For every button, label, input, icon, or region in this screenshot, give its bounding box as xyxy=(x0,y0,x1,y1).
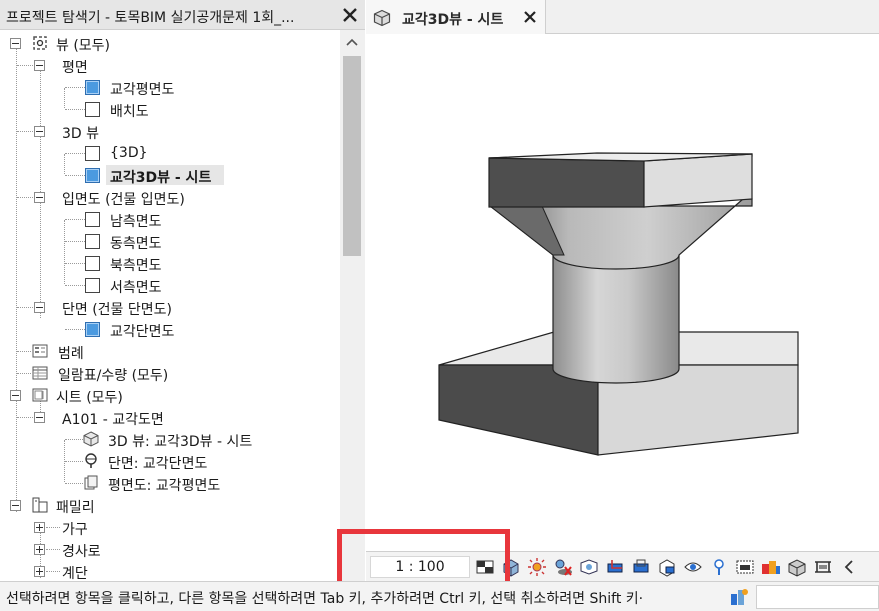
view-tab-strip: 교각3D뷰 - 시트 xyxy=(366,0,879,34)
tree-item-el-east[interactable]: 동측면도 xyxy=(0,230,340,252)
project-browser-panel: 프로젝트 탐색기 - 토목BIM 실기공개문제 1회_... 뷰 (모두) 평면… xyxy=(0,0,365,598)
sheet-icon xyxy=(32,388,48,402)
section-view-icon xyxy=(85,322,100,337)
tree-item-sheet-a101[interactable]: A101 - 교각도면 xyxy=(0,406,340,428)
sun-path-icon[interactable] xyxy=(526,556,548,578)
tab-3d-sheet[interactable]: 교각3D뷰 - 시트 xyxy=(366,0,546,34)
tree-item-families[interactable]: 패밀리 xyxy=(0,494,340,516)
pier-3d-model xyxy=(438,152,799,456)
tree-item-el-south[interactable]: 남측면도 xyxy=(0,208,340,230)
section-marker-icon xyxy=(85,453,97,468)
tree-item-views[interactable]: 뷰 (모두) xyxy=(0,32,340,54)
reveal-hidden-icon[interactable] xyxy=(708,556,730,578)
crop-region-icon[interactable] xyxy=(630,556,652,578)
tree-item-fam-ramp[interactable]: 경사로 xyxy=(0,538,340,560)
tree-item-elevations[interactable]: 입면도 (건물 입면도) xyxy=(0,186,340,208)
tree-item-sheet-plan[interactable]: 평면도: 교각평면도 xyxy=(0,472,340,494)
3d-view-icon xyxy=(85,146,100,161)
close-icon[interactable] xyxy=(341,6,359,24)
tree-item-el-north[interactable]: 북측면도 xyxy=(0,252,340,274)
chevron-left-icon[interactable] xyxy=(838,556,860,578)
elevation-view-icon xyxy=(85,256,100,271)
status-text: 선택하려면 항목을 클릭하고, 다른 항목을 선택하려면 Tab 키, 추가하려… xyxy=(6,591,644,607)
tree-item-fam-furniture[interactable]: 가구 xyxy=(0,516,340,538)
elevation-view-icon xyxy=(85,278,100,293)
tab-label: 교각3D뷰 - 시트 xyxy=(402,12,504,28)
tree-item-schedules[interactable]: 일람표/수량 (모두) xyxy=(0,362,340,384)
tree-item-sheet-sec[interactable]: 단면: 교각단면도 xyxy=(0,450,340,472)
render-icon[interactable] xyxy=(578,556,600,578)
worksharing-icon[interactable] xyxy=(760,556,782,578)
elevation-view-icon xyxy=(85,212,100,227)
chevron-up-icon[interactable] xyxy=(344,35,360,49)
view-icon xyxy=(33,36,47,50)
tree-item-fp-bridge[interactable]: 교각평면도 xyxy=(0,76,340,98)
status-input[interactable] xyxy=(756,585,879,609)
project-browser-title: 프로젝트 탐색기 - 토목BIM 실기공개문제 1회_... xyxy=(6,10,295,26)
tree-item-3d-default[interactable]: {3D} xyxy=(0,142,340,164)
legend-icon xyxy=(32,344,48,358)
crop-view-icon[interactable] xyxy=(604,556,626,578)
project-browser-titlebar: 프로젝트 탐색기 - 토목BIM 실기공개문제 1회_... xyxy=(0,0,365,30)
plan-view-icon xyxy=(85,102,100,117)
tree-item-fp-site[interactable]: 배치도 xyxy=(0,98,340,120)
scrollbar-thumb[interactable] xyxy=(343,56,361,256)
tree-item-sheets[interactable]: 시트 (모두) xyxy=(0,384,340,406)
lock-3d-view-icon[interactable] xyxy=(656,556,678,578)
tree-item-3d-sheet[interactable]: 교각3D뷰 - 시트 xyxy=(0,164,340,186)
highlight-displacement-icon[interactable] xyxy=(786,556,808,578)
shadows-icon[interactable] xyxy=(552,556,574,578)
worksets-icon[interactable] xyxy=(728,586,750,608)
status-bar: 선택하려면 항목을 클릭하고, 다른 항목을 선택하려면 Tab 키, 추가하려… xyxy=(0,581,879,611)
plan-view-icon xyxy=(85,80,100,95)
tree-item-sheet-3d[interactable]: 3D 뷰: 교각3D뷰 - 시트 xyxy=(0,428,340,450)
tree-item-sections[interactable]: 단면 (건물 단면도) xyxy=(0,296,340,318)
analytical-model-icon[interactable] xyxy=(812,556,834,578)
tree-item-3d-views[interactable]: 3D 뷰 xyxy=(0,120,340,142)
plan-sheet-icon xyxy=(84,475,98,490)
tree-item-sec-bridge[interactable]: 교각단면도 xyxy=(0,318,340,340)
project-browser-tree: 뷰 (모두) 평면 교각평면도 배치도 3D 뷰 {3D} 교각3D뷰 - 시트… xyxy=(0,30,340,581)
tree-item-legends[interactable]: 범례 xyxy=(0,340,340,362)
3d-view-canvas[interactable] xyxy=(366,35,879,551)
tree-item-floor-plans[interactable]: 평면 xyxy=(0,54,340,76)
schedule-icon xyxy=(32,366,48,380)
tree-item-fam-stairs[interactable]: 계단 xyxy=(0,560,340,581)
browser-scrollbar[interactable] xyxy=(340,30,365,598)
tree-item-el-west[interactable]: 서측면도 xyxy=(0,274,340,296)
revit-window: 프로젝트 탐색기 - 토목BIM 실기공개문제 1회_... 뷰 (모두) 평면… xyxy=(0,0,879,611)
temporary-properties-icon[interactable] xyxy=(734,556,756,578)
elevation-view-icon xyxy=(85,234,100,249)
3d-view-icon xyxy=(85,168,100,183)
temporary-hide-icon[interactable] xyxy=(682,556,704,578)
3d-box-icon xyxy=(373,9,391,27)
family-icon xyxy=(32,497,48,513)
close-icon[interactable] xyxy=(523,10,537,24)
3d-box-icon xyxy=(83,431,99,447)
